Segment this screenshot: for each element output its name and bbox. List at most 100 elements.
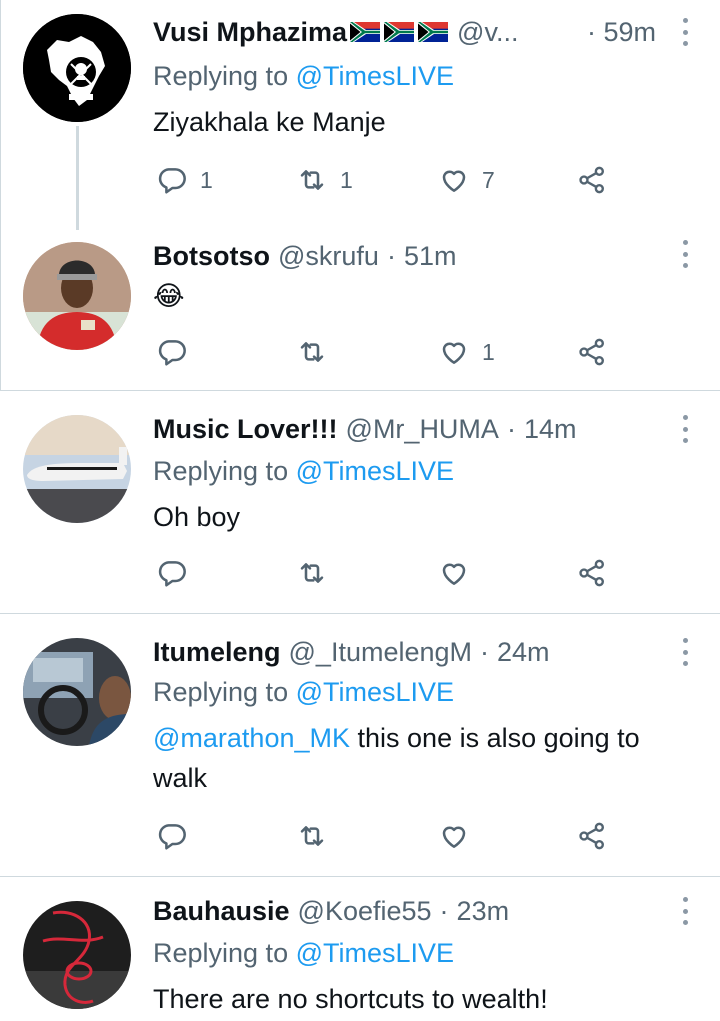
heart-icon [438,820,470,852]
replying-to: Replying to @TimesLIVE [153,935,454,971]
tweet-itumeleng[interactable]: Itumeleng @_ItumelengM · 24m Replying to… [0,614,720,876]
tweet-music-lover[interactable]: Music Lover!!! @Mr_HUMA · 14m Replying t… [0,391,720,613]
timestamp[interactable]: 14m [524,411,577,447]
display-name[interactable]: Vusi Mphazima [153,14,347,50]
avatar[interactable] [23,638,131,746]
tweet-text: Oh boy [153,502,241,532]
south-africa-flag-icon [349,22,381,42]
orlando-pirates-logo-icon [23,14,131,122]
avatar[interactable] [23,901,131,1009]
tweet-text: There are no shortcuts to wealth! [153,984,548,1014]
retweet-button[interactable] [296,334,340,370]
user-handle[interactable]: @v... [457,14,518,50]
replying-to: Replying to @TimesLIVE [153,58,454,94]
reply-count: 1 [200,166,213,193]
display-name[interactable]: Bauhausie [153,893,290,929]
share-icon [576,164,608,196]
thread-line [76,126,79,230]
like-button[interactable] [438,818,482,854]
more-options-icon[interactable] [680,638,690,666]
share-icon [576,336,608,368]
user-handle[interactable]: @Koefie55 [298,893,432,929]
south-africa-flag-icon [383,22,415,42]
separator-dot: · [439,896,449,926]
tweet-actions: 1 1 7 [156,162,626,198]
timestamp[interactable]: 24m [497,634,550,670]
replying-handle-link[interactable]: @TimesLIVE [296,61,454,91]
reply-icon [156,336,188,368]
retweet-button[interactable] [296,555,340,591]
car-interior-photo-icon [23,638,131,746]
tweet-actions: 1 [156,334,626,370]
display-name[interactable]: Music Lover!!! [153,411,338,447]
tweet-header: Botsotso @skrufu · 51m [153,238,660,274]
reply-icon [156,557,188,589]
like-button[interactable]: 1 [438,334,495,370]
share-button[interactable] [576,162,608,198]
artwork-avatar-icon [23,901,131,1009]
more-options-icon[interactable] [680,415,690,443]
share-button[interactable] [576,818,608,854]
user-handle[interactable]: @_ItumelengM [289,634,473,670]
south-africa-flag-icon [417,22,449,42]
retweet-button[interactable]: 1 [296,162,353,198]
avatar[interactable] [23,14,131,122]
replying-handle-link[interactable]: @TimesLIVE [296,938,454,968]
separator-dot: · [480,637,490,667]
avatar[interactable] [23,415,131,523]
reply-icon [156,164,188,196]
retweet-button[interactable] [296,818,340,854]
tweet-bauhausie[interactable]: Bauhausie @Koefie55 · 23m Replying to @T… [0,877,720,1021]
tweet-header: Vusi Mphazima @v... · 59m [153,14,660,50]
reply-button[interactable]: 1 [156,162,213,198]
tweet-header: Bauhausie @Koefie55 · 23m [153,893,660,929]
retweet-icon [296,557,328,589]
more-options-icon[interactable] [680,897,690,925]
replying-handle-link[interactable]: @TimesLIVE [296,456,454,486]
user-handle[interactable]: @Mr_HUMA [346,411,499,447]
tweet-actions [156,555,626,591]
share-button[interactable] [576,555,608,591]
replying-label: Replying to [153,938,289,968]
timestamp[interactable]: · 59m [587,14,656,50]
tweet-vusi[interactable]: Vusi Mphazima @v... · 59m Replying to @T… [0,0,720,230]
reply-button[interactable] [156,818,200,854]
tweet-header: Itumeleng @_ItumelengM · 24m [153,634,660,670]
retweet-icon [296,336,328,368]
user-photo-icon [23,242,131,350]
display-name[interactable]: Itumeleng [153,634,281,670]
share-icon [576,557,608,589]
retweet-count: 1 [340,166,353,193]
tweet-text: 😂 [153,281,185,311]
tweet-text: Ziyakhala ke Manje [153,107,386,137]
like-button[interactable]: 7 [438,162,495,198]
more-options-icon[interactable] [680,240,690,268]
display-name[interactable]: Botsotso [153,238,270,274]
retweet-icon [296,164,328,196]
replying-to: Replying to @TimesLIVE [153,674,454,710]
like-button[interactable] [438,555,482,591]
share-button[interactable] [576,334,608,370]
avatar[interactable] [23,242,131,350]
replying-label: Replying to [153,61,289,91]
replying-to: Replying to @TimesLIVE [153,453,454,489]
replying-label: Replying to [153,456,289,486]
like-count: 7 [482,166,495,193]
timestamp[interactable]: 23m [457,893,510,929]
tweet-text: @marathon_MK this one is also going to w… [153,718,690,798]
replying-label: Replying to [153,677,289,707]
reply-button[interactable] [156,334,200,370]
separator-dot: · [506,414,516,444]
airplane-photo-icon [23,415,131,523]
retweet-icon [296,820,328,852]
reply-button[interactable] [156,555,200,591]
heart-icon [438,336,470,368]
replying-handle-link[interactable]: @TimesLIVE [296,677,454,707]
user-handle[interactable]: @skrufu [278,238,379,274]
heart-icon [438,557,470,589]
more-options-icon[interactable] [680,18,690,46]
timestamp[interactable]: 51m [404,238,457,274]
heart-icon [438,164,470,196]
mention-link[interactable]: @marathon_MK [153,723,350,753]
tweet-botsotso[interactable]: Botsotso @skrufu · 51m 😂 1 [0,230,720,390]
